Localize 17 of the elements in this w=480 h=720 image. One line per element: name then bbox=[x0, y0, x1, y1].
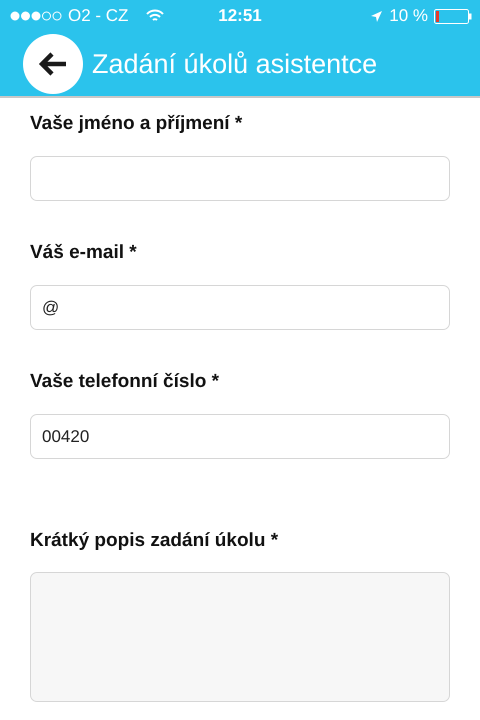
back-arrow-icon bbox=[39, 52, 67, 76]
text-field[interactable] bbox=[30, 156, 450, 201]
field-label: Krátký popis zadání úkolu * bbox=[30, 530, 280, 552]
clock-time: 12:51 bbox=[218, 6, 262, 25]
field-label: Váš e-mail * bbox=[30, 242, 138, 264]
field-label: Vaše telefonní číslo * bbox=[30, 371, 220, 393]
text-field[interactable]: @ bbox=[30, 285, 450, 330]
page-title: Zadání úkolů asistentce bbox=[92, 48, 378, 80]
field-label: Vaše jméno a příjmení * bbox=[30, 113, 244, 135]
location-arrow-icon bbox=[370, 10, 384, 22]
text-field[interactable]: 00420 bbox=[30, 414, 450, 459]
battery-icon bbox=[434, 8, 472, 24]
wifi-icon bbox=[146, 9, 164, 23]
battery-percent: 10 % bbox=[389, 6, 428, 26]
text-area[interactable] bbox=[30, 572, 450, 702]
signal-icon bbox=[10, 11, 62, 21]
carrier-name: O2 - CZ bbox=[68, 6, 128, 26]
